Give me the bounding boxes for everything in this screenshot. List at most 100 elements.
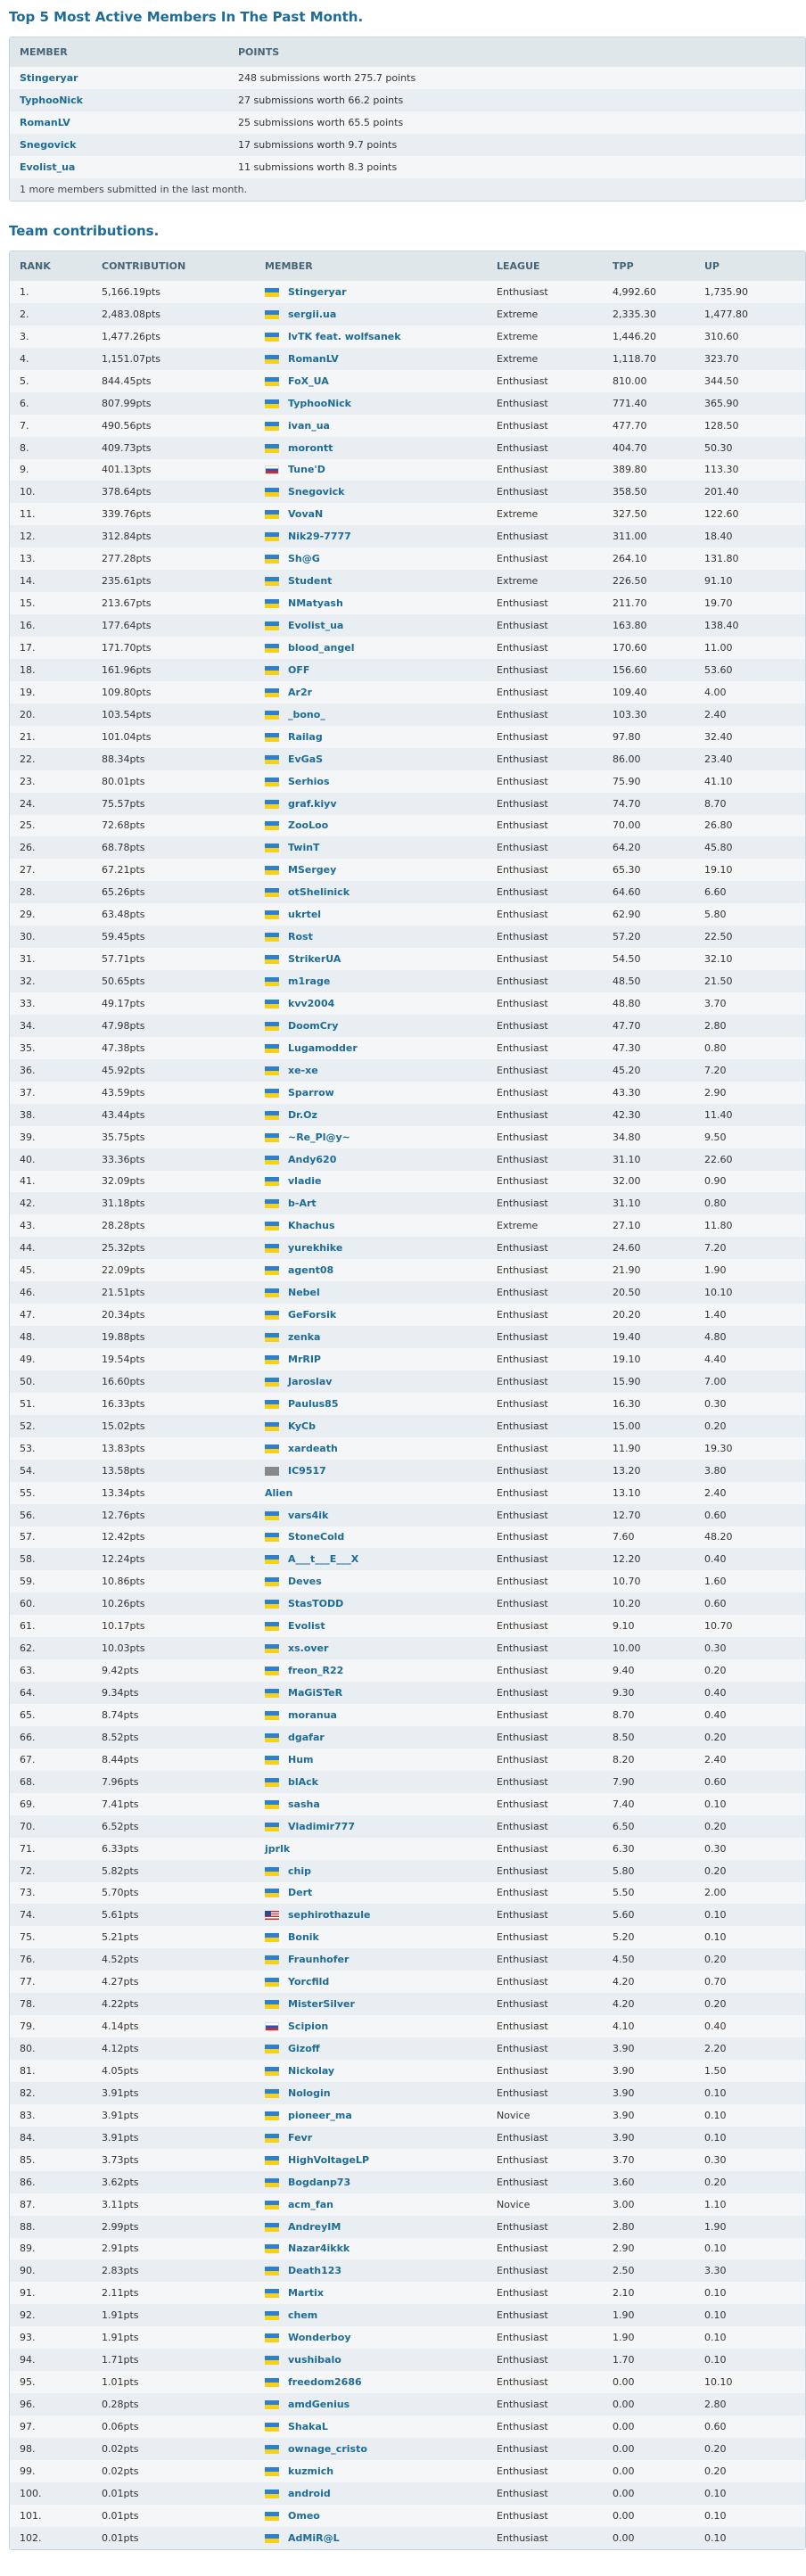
member-link[interactable]: Nebel [288,1287,320,1298]
member-link[interactable]: ivan_ua [288,420,330,432]
member-link[interactable]: lvTK feat. wolfsanek [288,331,401,342]
member-link[interactable]: m1rage [288,975,330,987]
member-link[interactable]: moranua [288,1709,337,1721]
member-link[interactable]: blAck [288,1776,318,1788]
member-link[interactable]: Death123 [288,2265,341,2276]
member-link[interactable]: chem [288,2309,317,2321]
member-link[interactable]: amdGenius [288,2399,350,2410]
member-link[interactable]: HighVoltageLP [288,2154,369,2166]
member-link[interactable]: vars4ik [288,1510,328,1521]
member-link[interactable]: _bono_ [288,709,325,720]
member-link[interactable]: Evolist_ua [20,161,75,173]
member-link[interactable]: otShelinick [288,886,350,898]
member-link[interactable]: Fraunhofer [288,1954,349,1965]
member-link[interactable]: Omeo [288,2510,320,2522]
member-link[interactable]: AndreyIM [288,2221,341,2233]
member-link[interactable]: NMatyash [288,597,343,609]
member-link[interactable]: sephirothazule [288,1909,370,1921]
member-link[interactable]: ukrtel [288,909,321,920]
member-link[interactable]: EvGaS [288,753,323,765]
member-link[interactable]: TwinT [288,842,320,853]
member-link[interactable]: MrRIP [288,1354,321,1365]
member-link[interactable]: dgafar [288,1732,325,1743]
member-link[interactable]: MisterSilver [288,1998,355,2010]
member-link[interactable]: Nik29-7777 [288,531,351,542]
member-link[interactable]: FoX_UA [288,375,329,387]
member-link[interactable]: chip [288,1865,311,1877]
member-link[interactable]: xs.over [288,1642,328,1654]
member-link[interactable]: xardeath [288,1443,338,1454]
member-link[interactable]: Snegovick [288,486,344,498]
member-link[interactable]: DoomCry [288,1020,338,1032]
member-link[interactable]: Student [288,575,332,587]
member-link[interactable]: Wonderboy [288,2332,351,2343]
member-link[interactable]: MaGiSTeR [288,1687,342,1699]
member-link[interactable]: TyphooNick [288,398,351,409]
member-link[interactable]: Vladimir777 [288,1821,355,1832]
member-link[interactable]: OFF [288,664,309,676]
member-link[interactable]: Bogdanp73 [288,2177,350,2188]
member-link[interactable]: Dr.Oz [288,1109,317,1121]
member-link[interactable]: Nickolay [288,2065,334,2077]
member-link[interactable]: StoneCold [288,1531,344,1543]
member-link[interactable]: graf.kiyv [288,798,337,810]
member-link[interactable]: Sh@G [288,553,320,564]
member-link[interactable]: TyphooNick [20,95,83,106]
member-link[interactable]: zenka [288,1331,320,1343]
member-link[interactable]: yurekhike [288,1242,342,1254]
member-link[interactable]: Sparrow [288,1087,334,1099]
member-link[interactable]: Deves [288,1576,322,1587]
member-link[interactable]: Rost [288,931,313,942]
member-link[interactable]: b-Art [288,1197,317,1209]
member-link[interactable]: KyCb [288,1420,316,1432]
member-link[interactable]: freon_R22 [288,1665,343,1676]
member-link[interactable]: Yorcfild [288,1976,329,1988]
member-link[interactable]: MSergey [288,864,336,876]
member-link[interactable]: Lugamodder [288,1042,358,1054]
member-link[interactable]: StasTODD [288,1598,343,1609]
member-link[interactable]: Dert [288,1887,312,1898]
member-link[interactable]: Khachus [288,1220,335,1231]
member-link[interactable]: morontt [288,442,333,454]
member-link[interactable]: Gizoff [288,2043,320,2054]
member-link[interactable]: AdMiR@L [288,2532,340,2544]
member-link[interactable]: Tune'D [288,464,325,475]
member-link[interactable]: Serhios [288,776,330,787]
member-link[interactable]: android [288,2488,331,2499]
member-link[interactable]: Evolist [288,1620,325,1632]
member-link[interactable]: agent08 [288,1264,333,1276]
member-link[interactable]: kvv2004 [288,998,334,1009]
member-link[interactable]: Railag [288,731,323,743]
member-link[interactable]: Nologin [288,2087,331,2099]
member-link[interactable]: kuzmich [288,2465,333,2477]
member-link[interactable]: acm_fan [288,2199,333,2210]
member-link[interactable]: RomanLV [20,117,70,128]
member-link[interactable]: Evolist_ua [288,620,343,631]
member-link[interactable]: blood_angel [288,642,355,654]
member-link[interactable]: Ar2r [288,687,312,698]
member-link[interactable]: GeForsik [288,1309,336,1321]
member-link[interactable]: vushibalo [288,2354,341,2366]
member-link[interactable]: vladie [288,1175,321,1187]
member-link[interactable]: Alien [265,1487,292,1499]
member-link[interactable]: Hum [288,1754,314,1765]
member-link[interactable]: A___t___E___X [288,1553,358,1565]
member-link[interactable]: Stingeryar [20,72,78,84]
member-link[interactable]: freedom2686 [288,2376,362,2388]
member-link[interactable]: sergii.ua [288,309,336,320]
member-link[interactable]: sasha [288,1798,320,1810]
member-link[interactable]: Jaroslav [288,1376,332,1387]
member-link[interactable]: ownage_cristo [288,2443,367,2455]
member-link[interactable]: xe-xe [288,1065,318,1076]
member-link[interactable]: IC9517 [288,1465,326,1477]
member-link[interactable]: Stingeryar [288,286,347,298]
member-link[interactable]: Fevr [288,2132,312,2144]
member-link[interactable]: VovaN [288,508,323,520]
member-link[interactable]: Paulus85 [288,1398,338,1410]
member-link[interactable]: StrikerUA [288,953,341,965]
member-link[interactable]: pioneer_ma [288,2110,352,2121]
member-link[interactable]: Scipion [288,2020,328,2032]
member-link[interactable]: RomanLV [288,353,339,365]
member-link[interactable]: ShakaL [288,2421,328,2432]
member-link[interactable]: jprlk [265,1843,290,1855]
